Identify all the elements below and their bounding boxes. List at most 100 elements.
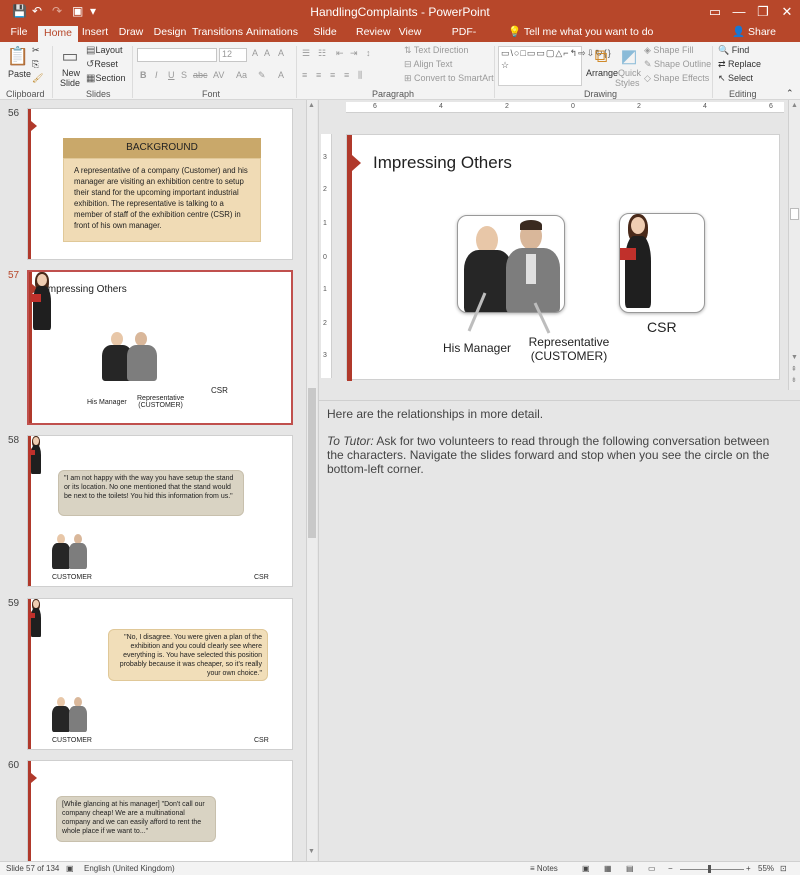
zoom-level[interactable]: 55% xyxy=(758,864,774,873)
scroll-up-icon[interactable]: ▲ xyxy=(791,102,798,109)
copy-icon[interactable]: ⎘ xyxy=(32,59,39,70)
clear-formatting-icon[interactable]: A xyxy=(278,48,284,58)
next-slide-icon[interactable]: ⇟ xyxy=(791,376,797,384)
shadow-button[interactable]: S xyxy=(181,70,187,80)
paste-button[interactable]: Paste xyxy=(8,69,31,79)
select-button[interactable]: ↖ Select xyxy=(718,73,753,84)
reading-view-icon[interactable]: ▤ xyxy=(626,864,634,873)
increase-indent-icon[interactable]: ⇥ xyxy=(350,48,358,59)
find-button[interactable]: 🔍 Find xyxy=(718,45,749,56)
numbering-icon[interactable]: ☷ xyxy=(318,48,326,59)
tab-draw[interactable]: Draw xyxy=(116,24,146,42)
thumbnails-scrollbar[interactable]: ▲ ▼ xyxy=(306,100,317,861)
change-case-button[interactable]: Aa xyxy=(236,70,247,80)
font-color-icon[interactable]: A xyxy=(278,70,284,80)
spellcheck-icon[interactable]: ▣ xyxy=(66,864,74,873)
fit-slide-icon[interactable]: ⊡ xyxy=(780,864,787,873)
thumb-manager-label: His Manager xyxy=(87,399,127,406)
tab-insert[interactable]: Insert xyxy=(80,24,110,42)
language-status[interactable]: English (United Kingdom) xyxy=(84,864,175,873)
align-text-button[interactable]: ⊟ Align Text xyxy=(404,59,452,70)
new-slide-icon[interactable]: ▭ xyxy=(58,46,82,67)
zoom-out-icon[interactable]: − xyxy=(668,864,673,873)
arrange-icon[interactable]: ⧉ xyxy=(588,46,614,67)
tell-me-box[interactable]: 💡 Tell me what you want to do xyxy=(508,24,653,42)
font-size-input[interactable]: 12 xyxy=(219,48,247,62)
align-right-icon[interactable]: ≡ xyxy=(330,70,335,80)
paste-icon[interactable]: 📋 xyxy=(6,46,30,67)
cut-icon[interactable]: ✂ xyxy=(32,45,40,56)
shape-effects-button[interactable]: ◇ Shape Effects xyxy=(644,73,709,84)
scroll-up-icon[interactable]: ▲ xyxy=(308,102,315,109)
quick-styles-label-2[interactable]: Styles xyxy=(615,78,640,88)
slide-thumbnail-58[interactable]: "I am not happy with the way you have se… xyxy=(27,435,293,587)
character-spacing-button[interactable]: AV xyxy=(213,70,224,80)
tab-design[interactable]: Design xyxy=(152,24,188,42)
scrollbar-thumb[interactable] xyxy=(308,388,316,538)
scroll-down-icon[interactable]: ▼ xyxy=(308,848,315,855)
main-slide[interactable]: Impressing Others His Manager Representa… xyxy=(346,134,780,381)
justify-icon[interactable]: ≡ xyxy=(344,70,349,80)
slide-thumbnail-56[interactable]: BACKGROUND A representative of a company… xyxy=(27,108,293,260)
zoom-in-icon[interactable]: + xyxy=(746,864,751,873)
share-button[interactable]: 👤 Share xyxy=(732,24,776,42)
csr-label: CSR xyxy=(254,737,269,744)
strikethrough-button[interactable]: abc xyxy=(193,70,208,80)
notes-tutor-text[interactable]: To Tutor: Ask for two volunteers to read… xyxy=(327,434,787,476)
italic-button[interactable]: I xyxy=(155,70,158,80)
previous-slide-icon[interactable]: ⇞ xyxy=(791,365,797,373)
shape-fill-button[interactable]: ◈ Shape Fill xyxy=(644,45,693,56)
zoom-slider[interactable] xyxy=(680,869,744,870)
increase-font-icon[interactable]: A xyxy=(252,48,258,58)
notes-pane[interactable]: Here are the relationships in more detai… xyxy=(318,400,800,861)
zoom-slider-handle[interactable] xyxy=(708,865,711,873)
scrollbar-thumb[interactable] xyxy=(790,208,799,220)
decrease-indent-icon[interactable]: ⇤ xyxy=(336,48,344,59)
columns-icon[interactable]: ⫼ xyxy=(358,70,362,81)
tab-review[interactable]: Review xyxy=(356,24,390,42)
collapse-ribbon-icon[interactable]: ⌃ xyxy=(786,88,794,99)
close-button[interactable]: ✕ xyxy=(772,2,800,22)
slide-thumbnail-59[interactable]: "No, I disagree. You were given a plan o… xyxy=(27,598,293,750)
new-slide-label-2[interactable]: Slide xyxy=(60,78,80,88)
font-name-input[interactable] xyxy=(137,48,217,62)
replace-button[interactable]: ⇄ Replace xyxy=(718,59,761,70)
highlight-icon[interactable]: ✎ xyxy=(258,70,266,81)
convert-smartart-button[interactable]: ⊞ Convert to SmartArt xyxy=(404,73,494,84)
tab-view[interactable]: View xyxy=(396,24,424,42)
tab-pdf-xchange[interactable]: PDF-XChange 4 xyxy=(432,24,496,55)
shape-outline-button[interactable]: ✎ Shape Outline xyxy=(644,59,711,70)
slide-scrollbar[interactable]: ▲ ▼ ⇞ ⇟ xyxy=(788,100,800,390)
underline-button[interactable]: U xyxy=(168,70,175,80)
shapes-gallery[interactable]: ▭\○□▭▭▢△⌐↰⇨⇩↻{}☆ xyxy=(498,46,611,86)
slide-thumbnail-60[interactable]: [While glancing at his manager] "Don't c… xyxy=(27,760,293,861)
normal-view-icon[interactable]: ▣ xyxy=(582,864,590,873)
notes-line-1[interactable]: Here are the relationships in more detai… xyxy=(327,407,787,421)
bold-button[interactable]: B xyxy=(140,70,147,80)
arrange-button[interactable]: Arrange xyxy=(586,68,618,78)
decrease-font-icon[interactable]: A xyxy=(264,48,270,58)
layout-button[interactable]: ▤ Layout xyxy=(86,45,122,56)
tab-animations[interactable]: Animations xyxy=(246,24,298,42)
slide-sorter-icon[interactable]: ▦ xyxy=(604,864,612,873)
thumbnails-pane[interactable]: 56 BACKGROUND A representative of a comp… xyxy=(0,100,306,861)
tab-slide-show[interactable]: Slide Show xyxy=(300,24,350,55)
tab-home[interactable]: Home xyxy=(38,26,78,42)
section-button[interactable]: ▦ Section xyxy=(86,73,125,84)
slide-thumbnail-57[interactable]: Impressing Others His Manager Representa… xyxy=(27,270,293,425)
notes-toggle[interactable]: ≡ Notes xyxy=(530,864,558,873)
quick-styles-button[interactable]: Quick xyxy=(618,68,641,78)
tab-file[interactable]: File xyxy=(4,24,34,42)
quick-styles-icon[interactable]: ◩ xyxy=(618,46,640,67)
scroll-down-icon[interactable]: ▼ xyxy=(791,354,798,361)
align-center-icon[interactable]: ≡ xyxy=(316,70,321,80)
bullets-icon[interactable]: ☰ xyxy=(302,48,310,59)
format-painter-icon[interactable]: 🖌 xyxy=(32,73,43,84)
new-slide-label[interactable]: New xyxy=(62,68,80,78)
slideshow-view-icon[interactable]: ▭ xyxy=(648,864,656,873)
text-direction-button[interactable]: ⇅ Text Direction xyxy=(404,45,468,56)
align-left-icon[interactable]: ≡ xyxy=(302,70,307,80)
tab-transitions[interactable]: Transitions xyxy=(192,24,243,42)
line-spacing-icon[interactable]: ↕ xyxy=(366,48,371,58)
reset-button[interactable]: ↺ Reset xyxy=(86,59,118,70)
